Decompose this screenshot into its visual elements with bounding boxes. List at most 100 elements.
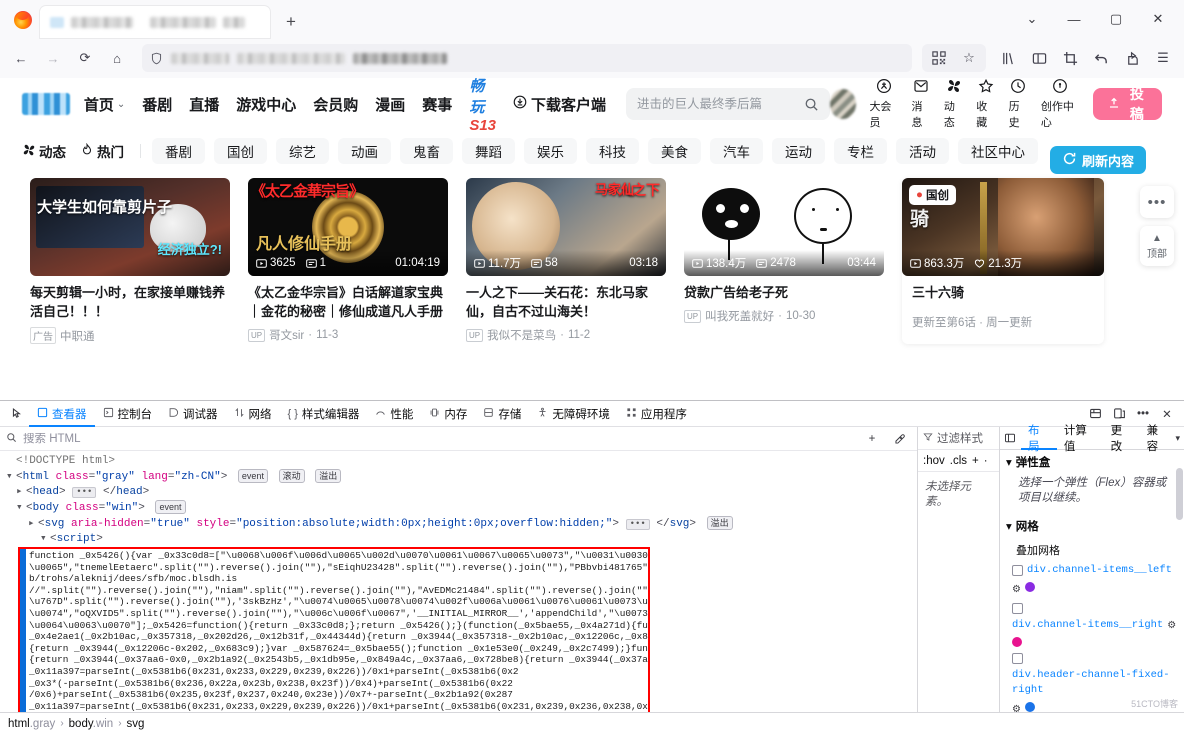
- site-logo[interactable]: [22, 93, 70, 115]
- dom-line-body[interactable]: ▾<body class="win"> event: [6, 500, 917, 516]
- flexbox-section-header[interactable]: ▾ 弹性盒: [1000, 450, 1184, 474]
- style-filter-row[interactable]: 过滤样式: [918, 427, 999, 450]
- advertiser-name[interactable]: 中职通: [60, 328, 95, 344]
- gear-icon[interactable]: ⚙: [1167, 618, 1176, 633]
- box-model-icon[interactable]: [1000, 432, 1021, 444]
- grid-checkbox[interactable]: [1012, 653, 1023, 664]
- nav-item-gamecenter[interactable]: 游戏中心: [236, 94, 296, 115]
- twisty-icon[interactable]: ▾: [6, 470, 16, 485]
- markup-search-input[interactable]: [23, 433, 855, 445]
- nav-item-vipshop[interactable]: 会员购: [313, 94, 358, 115]
- element-picker-icon[interactable]: [5, 407, 29, 420]
- nav-item-live[interactable]: 直播: [189, 94, 219, 115]
- breadcrumb-item-body[interactable]: body.win: [69, 718, 114, 730]
- gear-icon[interactable]: ⚙: [1012, 702, 1021, 712]
- badge-scroll[interactable]: 滚动: [279, 469, 305, 483]
- browser-tab[interactable]: [40, 6, 270, 38]
- grid-color-swatch[interactable]: [1025, 702, 1035, 712]
- add-rule-button[interactable]: +: [972, 455, 979, 467]
- tab-style-editor[interactable]: { } 样式编辑器: [280, 401, 368, 427]
- crop-screenshot-icon[interactable]: [1055, 44, 1085, 72]
- reload-button[interactable]: ⟳: [70, 44, 100, 72]
- cls-button[interactable]: .cls: [950, 455, 967, 467]
- channel-pill-anime[interactable]: 动画: [338, 138, 391, 164]
- tab-memory[interactable]: 内存: [421, 401, 475, 427]
- nav-item-home[interactable]: 首页 ⌄: [84, 94, 125, 115]
- grid-list-item[interactable]: div.channel-items__right ⚙: [1000, 599, 1184, 649]
- print-media-button[interactable]: ·: [984, 455, 988, 467]
- header-icon-favorites[interactable]: 收藏: [976, 78, 995, 130]
- tab-list-chevron-icon[interactable]: ⌄: [1012, 5, 1052, 33]
- dom-line-svg[interactable]: ▸<svg aria-hidden="true" style="position…: [6, 516, 917, 532]
- uploader-name[interactable]: 叫我死盖就好: [705, 308, 774, 324]
- new-tab-button[interactable]: +: [277, 7, 305, 35]
- close-window-button[interactable]: ✕: [1138, 5, 1178, 33]
- channel-pill-dance[interactable]: 舞蹈: [462, 138, 515, 164]
- twisty-icon[interactable]: ▾: [1006, 455, 1012, 469]
- channel-pill-entertainment[interactable]: 娱乐: [524, 138, 577, 164]
- video-thumbnail[interactable]: 《太乙金華宗旨》 凡人修仙手册 3625 1 01:04:19: [248, 178, 448, 276]
- channel-dynamic[interactable]: 动态: [22, 141, 66, 161]
- grid-selector-label[interactable]: div.channel-items__left: [1027, 563, 1172, 578]
- dom-line-html[interactable]: ▾<html class="gray" lang="zh-CN"> event …: [6, 469, 917, 485]
- script-source-text[interactable]: function _0x5426(){var _0x33c0d8=["\u006…: [20, 549, 648, 712]
- channel-hot[interactable]: 热门: [80, 141, 124, 161]
- video-card[interactable]: 《太乙金華宗旨》 凡人修仙手册 3625 1 01:04:19: [248, 178, 448, 344]
- collapsed-children-icon[interactable]: •••: [626, 519, 650, 530]
- video-card[interactable]: 138.4万 2478 03:44 贷款广告给老子死 UP 叫我死盖就好 · 1…: [684, 178, 884, 344]
- dom-line-script[interactable]: ▾<script>: [6, 532, 917, 547]
- grid-checkbox[interactable]: [1012, 565, 1023, 576]
- url-bar[interactable]: [142, 44, 912, 72]
- selected-script-content[interactable]: function _0x5426(){var _0x33c0d8=["\u006…: [18, 547, 650, 712]
- channel-pill-variety[interactable]: 综艺: [276, 138, 329, 164]
- tab-debugger[interactable]: 调试器: [160, 401, 226, 427]
- channel-pill-sports[interactable]: 运动: [772, 138, 825, 164]
- channel-pill-kichiku[interactable]: 鬼畜: [400, 138, 453, 164]
- breadcrumb-item-svg[interactable]: svg: [127, 718, 145, 730]
- twisty-icon[interactable]: ▸: [28, 517, 38, 532]
- tab-inspector[interactable]: 查看器: [29, 401, 95, 427]
- bangumi-card[interactable]: ● 国创 骑 863.3万 21.3万: [902, 178, 1104, 344]
- scrollbar-thumb[interactable]: [1176, 468, 1183, 520]
- badge-overflow[interactable]: 溢出: [707, 516, 733, 530]
- tab-network[interactable]: 网络: [226, 401, 280, 427]
- tab-performance[interactable]: 性能: [367, 401, 421, 427]
- dom-line-head[interactable]: ▸<head> ••• </head>: [6, 485, 917, 500]
- channel-pill-community[interactable]: 社区中心: [958, 138, 1038, 164]
- video-thumbnail[interactable]: 大学生如何靠剪片子 经济独立?!: [30, 178, 230, 276]
- badge-overflow[interactable]: 溢出: [315, 469, 341, 483]
- tab-console[interactable]: 控制台: [95, 401, 161, 427]
- video-thumbnail[interactable]: 138.4万 2478 03:44: [684, 178, 884, 276]
- layout-pane-scrollbar[interactable]: [1176, 452, 1183, 710]
- uploader-name[interactable]: 哥文sir: [269, 327, 304, 343]
- forward-button[interactable]: →: [38, 44, 68, 72]
- uploader-name[interactable]: 我似不是菜鸟: [487, 327, 556, 343]
- chevron-down-icon[interactable]: ▾: [1175, 433, 1184, 444]
- eyedropper-icon[interactable]: [889, 428, 911, 450]
- download-client-button[interactable]: 下载客户端: [513, 94, 606, 115]
- channel-pill-guochuang[interactable]: 国创: [214, 138, 267, 164]
- video-card[interactable]: 大学生如何靠剪片子 经济独立?! 每天剪辑一小时，在家接单赚钱养活自己！！！ 广…: [30, 178, 230, 344]
- breadcrumb-item-html[interactable]: html.gray: [8, 718, 55, 730]
- tab-compatibility[interactable]: 兼容: [1140, 427, 1176, 450]
- video-title[interactable]: 贷款广告给老子死: [684, 283, 884, 302]
- nav-item-promo-s13[interactable]: 畅玩S13: [469, 78, 496, 134]
- share-icon[interactable]: [1117, 44, 1147, 72]
- home-button[interactable]: ⌂: [102, 44, 132, 72]
- gear-icon[interactable]: ⚙: [1012, 582, 1021, 597]
- header-icon-vip[interactable]: 大会员: [869, 78, 898, 130]
- nav-item-manga[interactable]: 漫画: [375, 94, 405, 115]
- hov-button[interactable]: :hov: [923, 455, 945, 467]
- upload-button[interactable]: 投稿: [1093, 88, 1162, 120]
- back-to-top-button[interactable]: ▲ 顶部: [1140, 226, 1174, 266]
- library-icon[interactable]: [993, 44, 1023, 72]
- twisty-icon[interactable]: ▾: [40, 532, 50, 547]
- video-thumbnail[interactable]: 一人之下 马家仙 11.7万 58 03:18: [466, 178, 666, 276]
- tab-layout[interactable]: 布局: [1021, 427, 1057, 450]
- badge-event[interactable]: event: [155, 500, 185, 514]
- header-icon-history[interactable]: 历史: [1009, 78, 1028, 130]
- bangumi-thumbnail[interactable]: ● 国创 骑 863.3万 21.3万: [902, 178, 1104, 276]
- tab-computed[interactable]: 计算值: [1057, 427, 1104, 450]
- header-icon-creator[interactable]: 创作中心: [1041, 78, 1080, 130]
- tab-application[interactable]: 应用程序: [618, 401, 695, 427]
